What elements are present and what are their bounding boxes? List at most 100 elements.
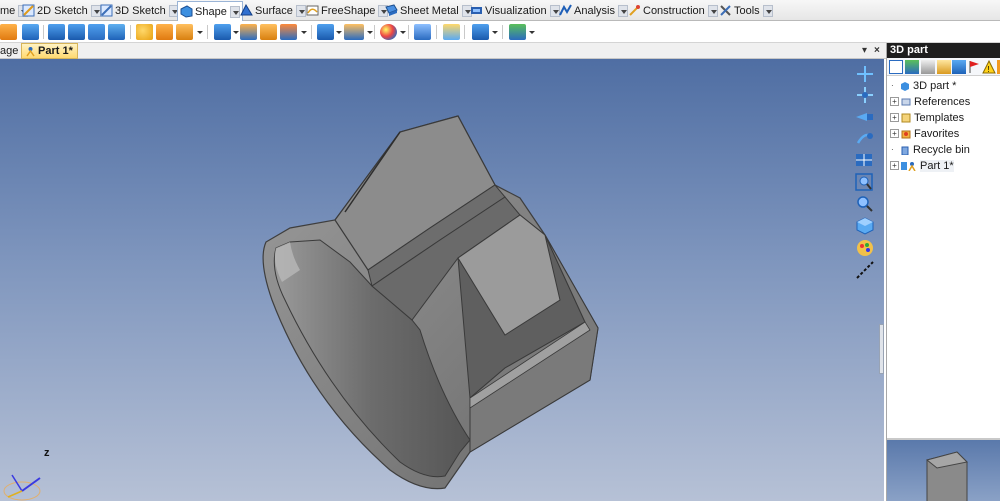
tree-item-references[interactable]: + References <box>890 94 970 109</box>
document-tab-previous-label: age <box>0 45 19 57</box>
boolean-icon[interactable] <box>317 24 334 40</box>
fillet-icon[interactable] <box>156 24 173 40</box>
tree-delete-icon[interactable] <box>921 60 935 74</box>
axis-triad: z <box>3 447 50 501</box>
document-tab-previous[interactable]: age <box>0 43 22 59</box>
chevron-down-icon[interactable] <box>197 31 203 34</box>
split-icon[interactable] <box>280 24 297 40</box>
tab-surface[interactable]: Surface <box>240 1 306 20</box>
triad-z-label: z <box>44 447 50 459</box>
flag-icon[interactable] <box>967 60 981 74</box>
chevron-down-icon[interactable] <box>529 31 535 34</box>
panel-toolbar: ! <box>887 58 1000 76</box>
warning-icon[interactable]: ! <box>982 59 996 74</box>
tab-freeshape[interactable]: FreeShape <box>306 1 389 20</box>
draft-icon[interactable] <box>240 24 257 40</box>
extrude-icon[interactable] <box>0 24 17 40</box>
tree-item-recycle-bin-label: Recycle bin <box>913 143 970 156</box>
tab-list-dropdown[interactable]: ▾ <box>862 45 867 56</box>
toolbar-separator <box>130 25 131 39</box>
ribbon-tab-bar: me 2D Sketch 3D Sketch Shape Surface Fre <box>0 0 1000 21</box>
tab-2d-sketch[interactable]: 2D Sketch <box>22 1 101 20</box>
render-mode-icon[interactable] <box>855 239 875 257</box>
pan-icon[interactable] <box>855 86 875 104</box>
part-model[interactable] <box>0 59 884 501</box>
view-layout-icon[interactable] <box>855 151 875 169</box>
toolbar-separator <box>374 25 375 39</box>
crosshair-icon[interactable] <box>855 65 875 83</box>
revolve-icon[interactable] <box>22 24 39 40</box>
hole-icon[interactable] <box>88 24 105 40</box>
chevron-down-icon[interactable] <box>492 31 498 34</box>
pocket-icon[interactable] <box>68 24 85 40</box>
document-tab-part-1[interactable]: Part 1* <box>21 43 78 59</box>
tree-item-part-1[interactable]: + Part 1* <box>890 158 954 173</box>
sphere-icon[interactable] <box>136 24 153 40</box>
tab-sheet-metal[interactable]: Sheet Metal <box>385 1 472 20</box>
material-icon[interactable] <box>414 24 431 40</box>
chamfer-icon[interactable] <box>176 24 193 40</box>
tab-shape[interactable]: Shape <box>177 1 243 21</box>
zoom-icon[interactable] <box>855 195 875 213</box>
look-at-icon[interactable] <box>855 108 875 126</box>
tree-item-templates[interactable]: + Templates <box>890 110 964 125</box>
properties-icon[interactable] <box>443 24 460 40</box>
tab-tools-dropdown[interactable] <box>762 4 773 17</box>
sheet-metal-icon <box>385 4 398 17</box>
expand-icon[interactable]: + <box>890 113 899 122</box>
layers-icon[interactable] <box>952 60 966 74</box>
viewport-resize-handle[interactable] <box>879 324 884 374</box>
standard-views-icon[interactable] <box>855 217 875 235</box>
tab-analysis[interactable]: Analysis <box>559 1 628 20</box>
tree-item-favorites-label: Favorites <box>914 127 960 140</box>
shell-icon[interactable] <box>214 24 231 40</box>
chevron-down-icon[interactable] <box>336 31 342 34</box>
tab-construction[interactable]: Construction <box>628 1 718 20</box>
tab-sheet-metal-label: Sheet Metal <box>400 4 459 17</box>
move-icon[interactable] <box>472 24 489 40</box>
rotate-view-icon[interactable] <box>855 129 875 147</box>
tree-item-recycle-bin[interactable]: · Recycle bin <box>891 142 970 157</box>
3d-viewport[interactable]: z <box>0 59 884 501</box>
cut-extrude-icon[interactable] <box>48 24 65 40</box>
close-icon[interactable]: × <box>874 45 880 56</box>
tab-analysis-dropdown[interactable] <box>617 4 628 17</box>
tab-construction-dropdown[interactable] <box>707 4 718 17</box>
tree-filter-icon[interactable] <box>905 60 919 74</box>
toolbar-separator <box>436 25 437 39</box>
chevron-down-icon[interactable] <box>233 31 239 34</box>
tab-shape-dropdown[interactable] <box>229 5 240 18</box>
rib-icon[interactable] <box>108 24 125 40</box>
tree-item-3d-part[interactable]: · 3D part * <box>891 78 956 93</box>
tab-tools[interactable]: Tools <box>719 1 773 20</box>
select-icon[interactable] <box>889 60 903 74</box>
tab-visualization[interactable]: Visualization <box>470 1 560 20</box>
document-tab-part-1-label: Part 1* <box>38 45 73 57</box>
expand-icon[interactable]: + <box>890 161 899 170</box>
construction-icon <box>628 4 641 17</box>
tree-sort-icon[interactable] <box>937 60 951 74</box>
chevron-down-icon[interactable] <box>367 31 373 34</box>
zoom-window-icon[interactable] <box>855 173 875 191</box>
thicken-icon[interactable] <box>260 24 277 40</box>
tab-3d-sketch[interactable]: 3D Sketch <box>100 1 179 20</box>
color-palette-icon[interactable] <box>380 24 397 40</box>
toolbar-separator <box>43 25 44 39</box>
tab-home-label: me <box>0 4 16 17</box>
pattern-icon[interactable] <box>344 24 364 40</box>
tree-item-references-label: References <box>914 95 971 108</box>
tree-item-3d-part-label: 3D part * <box>913 79 957 92</box>
tree-item-part-1-label: Part 1* <box>920 159 954 172</box>
chevron-down-icon[interactable] <box>301 31 307 34</box>
tab-surface-dropdown[interactable] <box>295 4 306 17</box>
sketch-2d-icon <box>22 4 35 17</box>
tree-item-favorites[interactable]: + Favorites <box>890 126 959 141</box>
tab-analysis-label: Analysis <box>574 4 615 17</box>
transform-icon[interactable] <box>509 24 526 40</box>
chevron-down-icon[interactable] <box>400 31 406 34</box>
toolbar-separator <box>311 25 312 39</box>
section-view-icon[interactable] <box>855 261 875 279</box>
expand-icon[interactable]: + <box>890 129 899 138</box>
tab-3d-sketch-label: 3D Sketch <box>115 4 166 17</box>
expand-icon[interactable]: + <box>890 97 899 106</box>
